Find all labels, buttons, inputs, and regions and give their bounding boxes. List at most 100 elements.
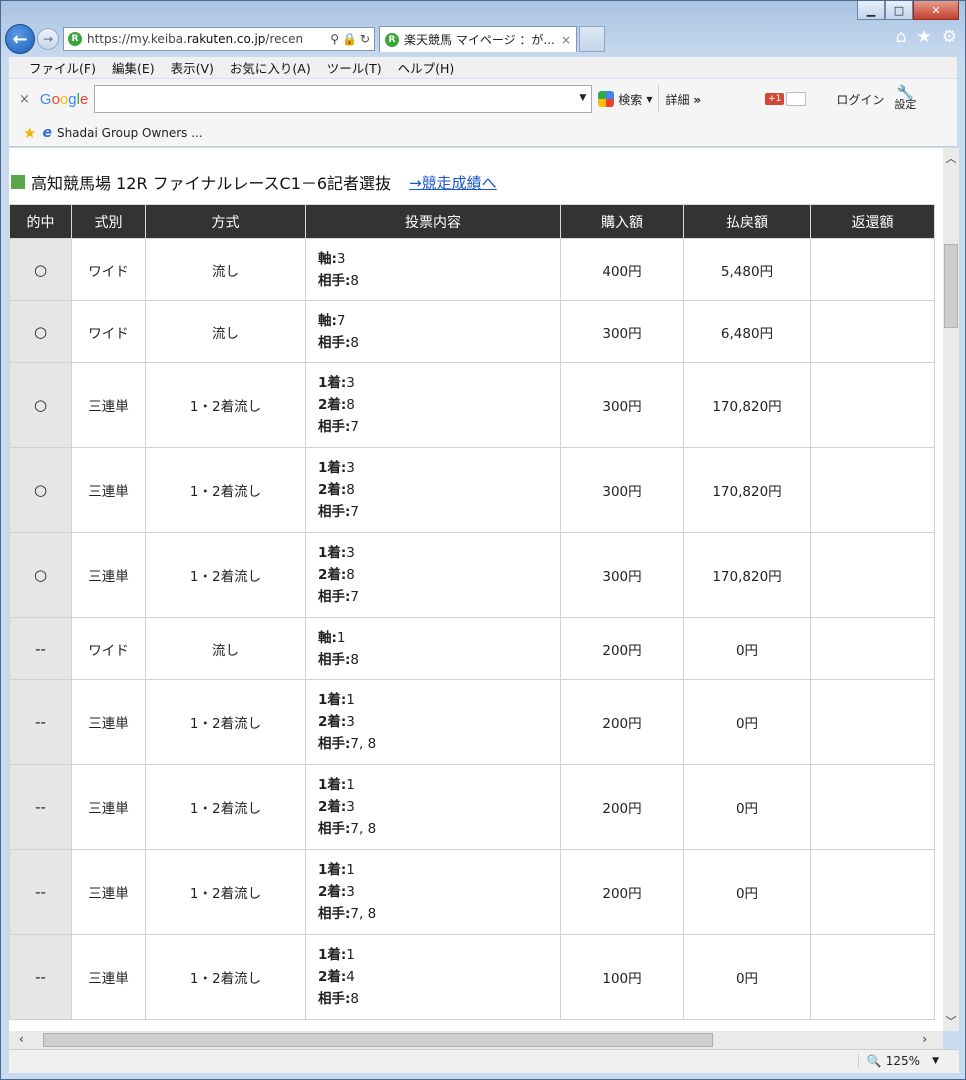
content-line: 軸:7 (318, 310, 560, 332)
header-refund: 返還額 (810, 204, 935, 239)
content-value: 7 (350, 589, 359, 605)
scroll-down-arrow-icon[interactable]: ﹀ (943, 1011, 959, 1031)
content-value: 1 (346, 862, 355, 878)
content-line: 相手:8 (318, 332, 560, 354)
menu-view[interactable]: 表示(V) (163, 58, 222, 77)
content-cell: 1着:3 2着:8 相手:7 (305, 532, 561, 618)
menu-help[interactable]: ヘルプ(H) (390, 58, 463, 77)
horizontal-scrollbar[interactable]: ‹ › (9, 1031, 943, 1049)
content-value: 3 (336, 250, 346, 267)
method-cell: 1・2着流し (145, 934, 306, 1020)
scroll-left-arrow-icon[interactable]: ‹ (19, 1032, 24, 1046)
search-icon[interactable]: ⚲ (330, 32, 339, 46)
content-value: 8 (346, 482, 355, 498)
google-settings-button[interactable]: 🔧 設定 (894, 86, 916, 111)
maximize-button[interactable]: □ (885, 1, 913, 20)
address-bar-icons: ⚲ 🔒 ↻ (330, 32, 370, 46)
bets-table: 的中 式別 方式 投票内容 購入額 払戻額 返還額 ○ ワイド 流し 軸:3 相手:8 4… (9, 204, 935, 1020)
minimize-button[interactable]: ▁ (857, 1, 885, 20)
content-key: 1着: (318, 545, 347, 561)
tab-rakuten-mypage[interactable]: R 楽天競馬 マイページ ：が... × (379, 26, 577, 52)
google-plus-one-count (786, 92, 807, 106)
content-key: 相手: (318, 504, 351, 520)
method-cell: 流し (145, 300, 306, 363)
table-row: ○ 三連単 1・2着流し 1着:3 2着:8 相手:7 300円 170,820円 (9, 447, 935, 533)
refund-cell (810, 300, 935, 363)
tab-close-icon[interactable]: × (561, 33, 571, 47)
content-line: 2着:3 (318, 881, 560, 903)
rakuten-site-icon: R (68, 32, 82, 46)
favorites-star-icon[interactable]: ★ (917, 27, 932, 47)
google-plus-one-button[interactable]: +1 (765, 92, 807, 106)
refund-cell (810, 532, 935, 618)
google-detail-button[interactable]: 詳細 » (665, 91, 701, 108)
method-cell: 1・2着流し (145, 679, 306, 765)
google-toolbar-close-icon[interactable]: × (19, 92, 30, 107)
content-key: 相手: (318, 736, 351, 752)
table-header-row: 的中 式別 方式 投票内容 購入額 払戻額 返還額 (9, 204, 935, 239)
refund-cell (810, 617, 935, 680)
refresh-icon[interactable]: ↻ (360, 32, 370, 46)
method-cell: 流し (145, 238, 306, 301)
method-cell: 1・2着流し (145, 764, 306, 850)
table-row: ○ ワイド 流し 軸:3 相手:8 400円 5,480円 (9, 238, 935, 301)
race-header: 高知競馬場 12R ファイナルレースC1－6記者選抜 →競走成績へ (11, 170, 497, 194)
hit-cell: ○ (9, 300, 72, 363)
new-tab-button[interactable] (579, 26, 605, 52)
lock-icon[interactable]: 🔒 (342, 32, 357, 46)
hit-cell: ○ (9, 362, 72, 448)
hit-cell: -- (9, 934, 72, 1020)
scroll-up-arrow-icon[interactable]: ︿ (943, 148, 959, 168)
race-results-link[interactable]: →競走成績へ (409, 172, 497, 193)
refund-cell (810, 238, 935, 301)
vertical-scrollbar[interactable]: ︿ ﹀ (943, 148, 959, 1031)
google-login-button[interactable]: ログイン (836, 91, 884, 108)
content-value: 1 (346, 777, 355, 793)
close-window-button[interactable]: ✕ (913, 1, 959, 20)
hit-cell: -- (9, 764, 72, 850)
header-method: 方式 (145, 204, 306, 239)
chevron-down-icon[interactable]: ▼ (932, 1056, 939, 1066)
table-row: ○ ワイド 流し 軸:7 相手:8 300円 6,480円 (9, 300, 935, 363)
content-line: 相手:7, 8 (318, 733, 560, 755)
scroll-right-arrow-icon[interactable]: › (922, 1032, 927, 1046)
header-content: 投票内容 (305, 204, 561, 239)
add-favorites-star-icon[interactable]: ★ (23, 124, 36, 142)
home-icon[interactable]: ⌂ (896, 27, 907, 47)
zoom-control[interactable]: 🔍 125% ▼ (857, 1054, 939, 1068)
back-button[interactable]: ← (5, 24, 35, 54)
chevron-down-icon[interactable]: ▼ (579, 93, 586, 103)
address-url[interactable]: https://my.keiba.rakuten.co.jp/recen (87, 32, 326, 46)
forward-button[interactable]: → (37, 28, 59, 50)
payout-cell: 0円 (683, 617, 811, 680)
google-search-input[interactable]: ▼ (94, 85, 593, 113)
bet-cell: 200円 (560, 617, 684, 680)
bet-cell: 300円 (560, 447, 684, 533)
menu-file[interactable]: ファイル(F) (21, 58, 104, 77)
ie-page-icon: e (42, 124, 52, 141)
google-search-label: 検索 (618, 92, 643, 107)
hit-cell: ○ (9, 447, 72, 533)
google-search-button[interactable]: 検索 ▼ (598, 91, 652, 108)
hit-cell: -- (9, 679, 72, 765)
gear-icon[interactable]: ⚙ (942, 27, 957, 47)
menu-edit[interactable]: 編集(E) (104, 58, 163, 77)
content-line: 2着:8 (318, 394, 560, 416)
menu-tools[interactable]: ツール(T) (319, 58, 390, 77)
method-cell: 1・2着流し (145, 532, 306, 618)
type-cell: 三連単 (71, 849, 146, 935)
vertical-scroll-thumb[interactable] (944, 244, 958, 328)
table-row: ○ 三連単 1・2着流し 1着:3 2着:8 相手:7 300円 170,820円 (9, 362, 935, 448)
type-cell: ワイド (71, 617, 146, 680)
table-row: -- ワイド 流し 軸:1 相手:8 200円 0円 (9, 617, 935, 680)
menu-favorites[interactable]: お気に入り(A) (222, 58, 319, 77)
horizontal-scroll-thumb[interactable] (43, 1033, 713, 1047)
hit-cell: -- (9, 617, 72, 680)
content-key: 軸: (318, 629, 337, 646)
favorite-link-shadai[interactable]: Shadai Group Owners ... (57, 126, 203, 140)
content-line: 相手:7, 8 (318, 818, 560, 840)
content-cell: 1着:3 2着:8 相手:7 (305, 362, 561, 448)
address-bar[interactable]: R https://my.keiba.rakuten.co.jp/recen ⚲… (63, 27, 375, 51)
table-row: -- 三連単 1・2着流し 1着:1 2着:3 相手:7, 8 200円 0円 (9, 679, 935, 765)
content-cell: 1着:1 2着:3 相手:7, 8 (305, 679, 561, 765)
